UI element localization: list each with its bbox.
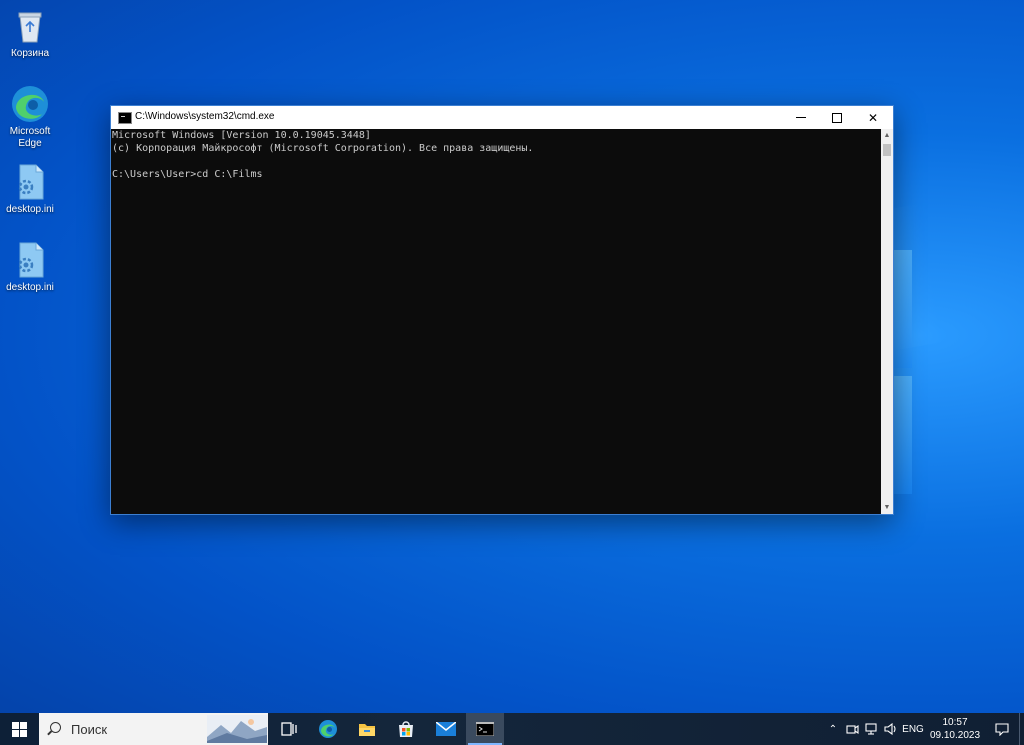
console-line: C:\Users\User>cd C:\Films bbox=[112, 169, 263, 180]
language-indicator[interactable]: ENG bbox=[901, 713, 925, 745]
task-view-button[interactable] bbox=[270, 713, 308, 745]
taskbar-cmd-button[interactable] bbox=[466, 713, 504, 745]
maximize-button[interactable] bbox=[820, 106, 854, 129]
edge-icon bbox=[10, 84, 50, 124]
language-label: ENG bbox=[902, 723, 924, 735]
desktop-icon-label: desktop.ini bbox=[6, 282, 54, 293]
close-icon: ✕ bbox=[867, 110, 879, 125]
windows-logo-decoration bbox=[892, 376, 912, 494]
minimize-button[interactable] bbox=[784, 106, 818, 129]
console-line: Microsoft Windows [Version 10.0.19045.34… bbox=[112, 130, 371, 141]
task-view-icon bbox=[281, 722, 297, 736]
console-output[interactable]: Microsoft Windows [Version 10.0.19045.34… bbox=[111, 129, 881, 514]
desktop-icon-label: Корзина bbox=[10, 48, 50, 59]
search-placeholder: Поиск bbox=[71, 722, 108, 737]
vertical-scrollbar[interactable]: ▲ ▼ bbox=[881, 129, 893, 514]
notification-icon bbox=[995, 722, 1009, 736]
maximize-icon bbox=[832, 112, 842, 123]
taskbar-search-box[interactable]: Поиск bbox=[39, 713, 268, 745]
taskbar-explorer-button[interactable] bbox=[348, 713, 386, 745]
network-icon bbox=[865, 723, 877, 735]
file-explorer-icon bbox=[359, 724, 375, 736]
recycle-bin-icon bbox=[10, 6, 50, 46]
desktop-icon-label: Microsoft Edge bbox=[9, 126, 51, 149]
desktop: Корзина Microsoft Edge desktop.ini deskt… bbox=[0, 0, 1024, 713]
desktop-icon-label: desktop.ini bbox=[6, 204, 54, 215]
window-title: C:\Windows\system32\cmd.exe bbox=[135, 111, 275, 122]
windows-logo-decoration bbox=[892, 250, 912, 368]
scrollbar-thumb[interactable] bbox=[883, 144, 891, 156]
windows-start-icon bbox=[11, 721, 27, 737]
settings-file-icon bbox=[10, 240, 50, 280]
show-desktop-button[interactable] bbox=[1019, 713, 1024, 745]
meet-now-button[interactable] bbox=[843, 713, 861, 745]
desktop-icon-edge[interactable]: Microsoft Edge bbox=[0, 84, 62, 150]
cmd-window[interactable]: C:\Windows\system32\cmd.exe ✕ Microsoft … bbox=[110, 105, 894, 515]
desktop-icon-recycle-bin[interactable]: Корзина bbox=[0, 6, 62, 60]
search-highlight-image bbox=[207, 715, 267, 743]
scroll-down-icon[interactable]: ▼ bbox=[881, 501, 893, 514]
search-icon bbox=[50, 722, 61, 733]
scroll-up-icon[interactable]: ▲ bbox=[881, 129, 893, 142]
taskbar-edge-button[interactable] bbox=[309, 713, 347, 745]
volume-button[interactable] bbox=[882, 713, 900, 745]
minimize-icon bbox=[796, 117, 806, 118]
show-hidden-icons-button[interactable]: ⌃ bbox=[825, 713, 841, 745]
window-titlebar[interactable]: C:\Windows\system32\cmd.exe ✕ bbox=[111, 106, 893, 129]
chevron-up-icon: ⌃ bbox=[828, 723, 838, 735]
console-line: (c) Корпорация Майкрософт (Microsoft Cor… bbox=[112, 143, 534, 154]
taskbar-mail-button[interactable] bbox=[427, 713, 465, 745]
camera-icon bbox=[845, 724, 859, 735]
desktop-icon-desktop-ini-1[interactable]: desktop.ini bbox=[0, 162, 62, 216]
mail-icon bbox=[436, 722, 456, 736]
cmd-icon[interactable] bbox=[118, 112, 132, 124]
taskbar: Поиск ⌃ ENG 10:57 09.10.2023 bbox=[0, 713, 1024, 745]
close-button[interactable]: ✕ bbox=[856, 106, 890, 129]
notification-center-button[interactable] bbox=[990, 713, 1014, 745]
edge-icon bbox=[319, 720, 337, 738]
network-button[interactable] bbox=[863, 713, 881, 745]
clock-button[interactable]: 10:57 09.10.2023 bbox=[926, 716, 984, 742]
store-icon bbox=[399, 721, 413, 737]
clock-time: 10:57 bbox=[942, 717, 968, 728]
clock-date: 09.10.2023 bbox=[929, 730, 981, 741]
cmd-icon bbox=[476, 722, 494, 736]
settings-file-icon bbox=[10, 162, 50, 202]
desktop-icon-desktop-ini-2[interactable]: desktop.ini bbox=[0, 240, 62, 294]
start-button[interactable] bbox=[0, 713, 38, 745]
speaker-icon bbox=[884, 723, 896, 735]
taskbar-store-button[interactable] bbox=[387, 713, 425, 745]
